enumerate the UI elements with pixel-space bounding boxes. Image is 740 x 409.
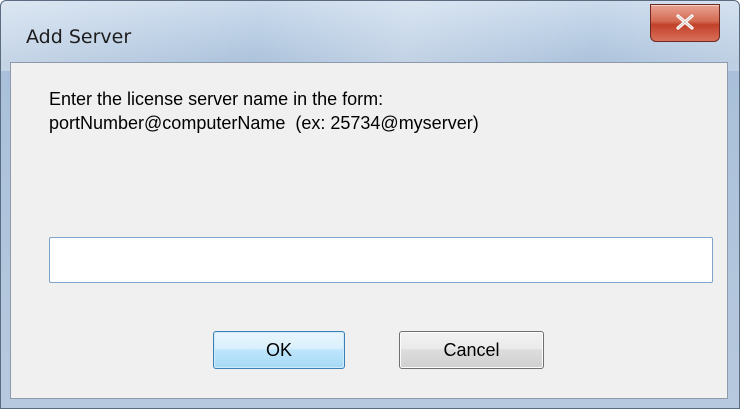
- close-icon: [676, 14, 694, 30]
- prompt-text-line-1: Enter the license server name in the for…: [49, 89, 384, 109]
- close-button[interactable]: [650, 4, 720, 42]
- dialog-content: Enter the license server name in the for…: [10, 62, 728, 399]
- cancel-button[interactable]: Cancel: [399, 331, 544, 369]
- server-name-input[interactable]: [49, 237, 713, 283]
- window-title: Add Server: [26, 26, 132, 48]
- ok-button[interactable]: OK: [213, 331, 345, 369]
- prompt-text-line-2: portNumber@computerName (ex: 25734@myser…: [49, 113, 479, 133]
- add-server-dialog: Add Server Enter the license server name…: [0, 0, 740, 409]
